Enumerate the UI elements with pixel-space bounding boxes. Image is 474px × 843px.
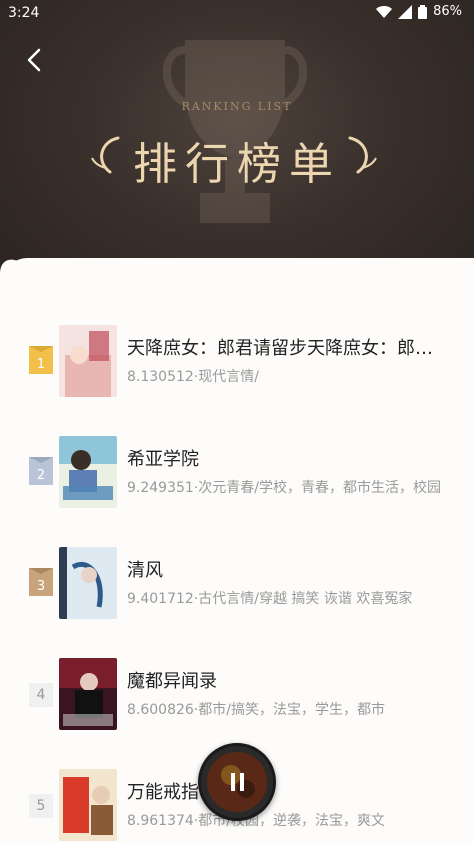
book-title: 希亚学院 (127, 449, 199, 470)
gold-badge-icon: 1 (29, 346, 53, 374)
book-meta: 8.600826·都市/搞笑，法宝，学生，都市 (127, 702, 385, 718)
book-cover (59, 325, 117, 397)
book-meta: 9.249351·次元青春/学校，青春，都市生活，校园 (127, 480, 441, 496)
silver-badge-icon: 2 (29, 457, 53, 485)
book-cover (59, 658, 117, 730)
status-bar: 3:24 86% (0, 0, 474, 28)
rank-number: 5 (29, 794, 53, 818)
book-meta: 8.130512·现代言情/ (127, 369, 259, 385)
book-cover (59, 769, 117, 841)
rank-number: 2 (37, 468, 45, 483)
book-title: 天降庶女：郎君请留步天降庶女：郎君请留步 (127, 338, 447, 359)
rank-number: 3 (37, 579, 45, 594)
chevron-left-icon (27, 48, 41, 72)
laurel-right-icon (348, 136, 377, 174)
back-button[interactable] (18, 44, 50, 76)
wifi-icon (376, 5, 393, 18)
ranking-subtitle: RANKING LIST (0, 100, 474, 113)
rank-number: 4 (29, 683, 53, 707)
book-title: 清风 (127, 560, 163, 581)
list-item[interactable]: 1 天降庶女：郎君请留步天降庶女：郎君请留步 8.130512·现代言情/ (0, 318, 474, 429)
status-time: 3:24 (8, 5, 40, 21)
page-title: 排行榜单 (133, 139, 341, 190)
battery-percent: 86% (433, 4, 462, 19)
book-title: 万能戒指 (127, 782, 199, 803)
list-item[interactable]: 2 希亚学院 9.249351·次元青春/学校，青春，都市生活，校园 (0, 429, 474, 540)
signal-icon (398, 4, 413, 19)
book-title: 魔都异闻录 (127, 671, 217, 692)
battery-icon (418, 4, 428, 19)
list-item[interactable]: 3 清风 9.401712·古代言情/穿越 搞笑 诙谐 欢喜冤家 (0, 540, 474, 651)
status-icons: 86% (376, 4, 462, 19)
book-meta: 9.401712·古代言情/穿越 搞笑 诙谐 欢喜冤家 (127, 591, 413, 607)
ranking-subtitle-text: RANKING LIST (181, 100, 293, 113)
rank-number: 1 (37, 357, 45, 372)
book-cover (59, 547, 117, 619)
book-cover (59, 436, 117, 508)
bronze-badge-icon: 3 (29, 568, 53, 596)
book-meta: 8.961374·都市/校园，逆袭，法宝，爽文 (127, 813, 385, 829)
pause-icon (201, 746, 273, 818)
audio-player-button[interactable] (198, 743, 276, 821)
